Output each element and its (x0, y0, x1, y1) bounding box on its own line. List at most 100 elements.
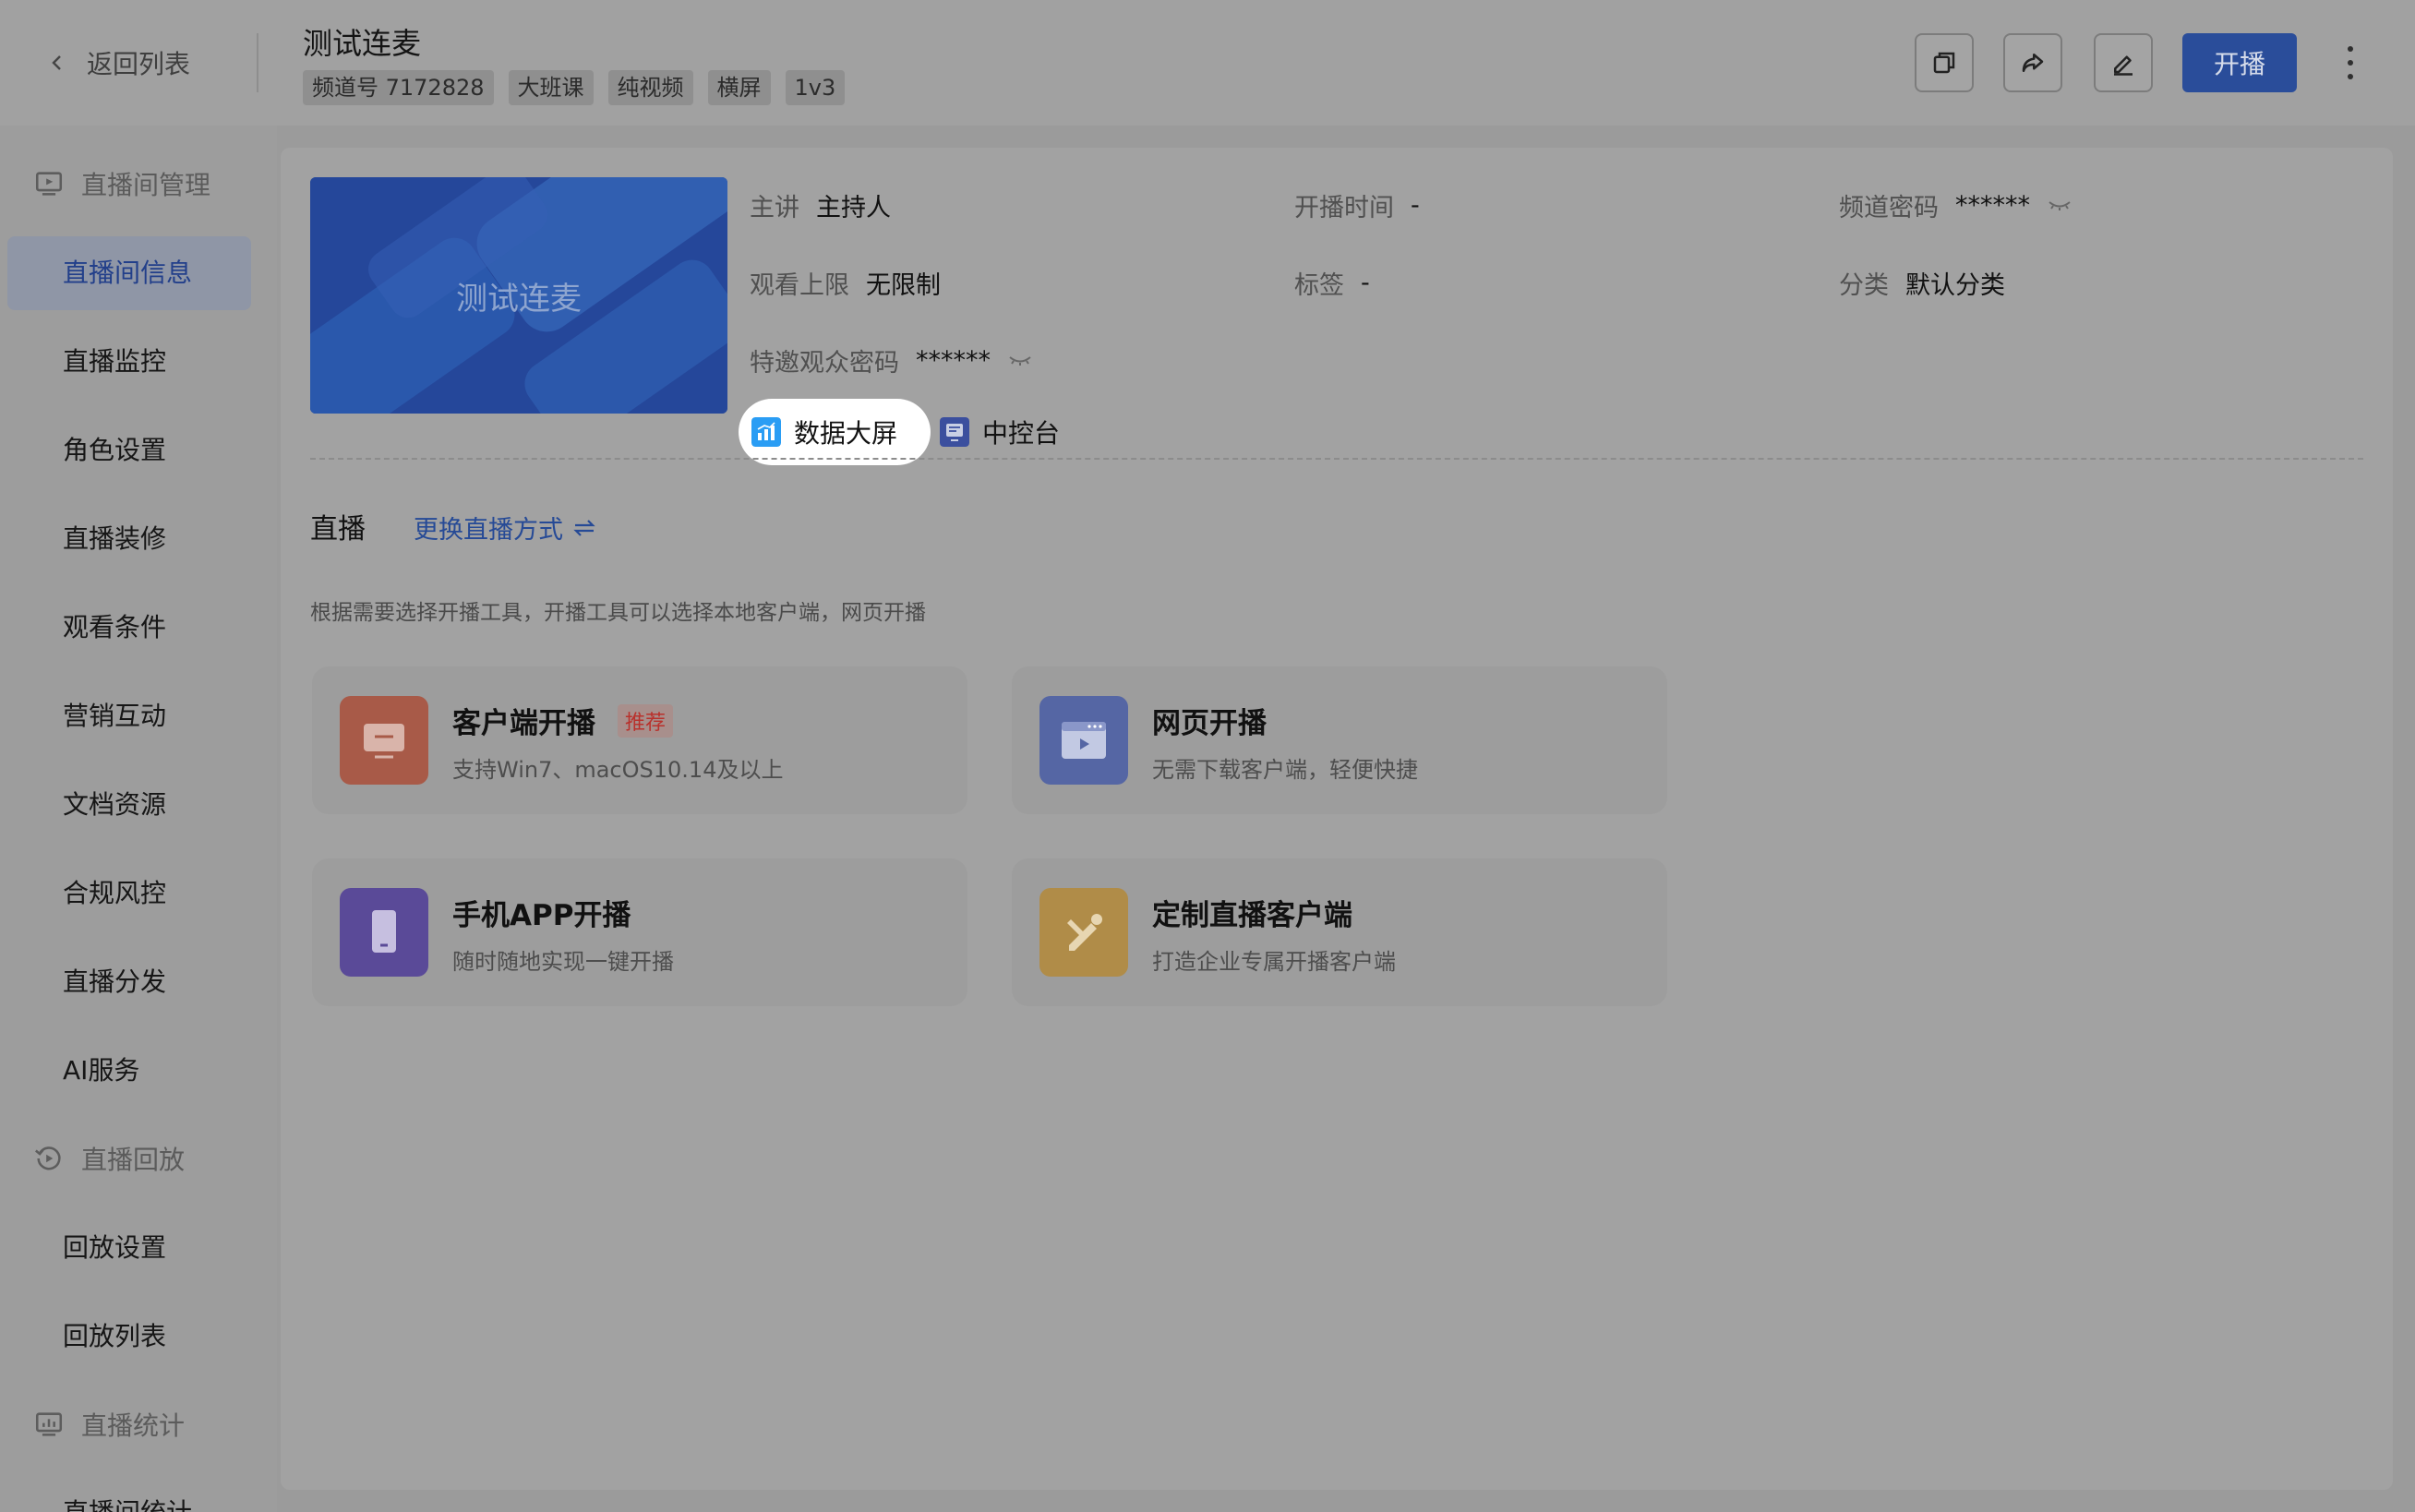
sidebar-item-decoration[interactable]: 直播装修 (63, 516, 166, 562)
sidebar-item-playback-list[interactable]: 回放列表 (63, 1314, 166, 1360)
more-dot-icon (2348, 74, 2353, 79)
sidebar-item-compliance[interactable]: 合规风控 (63, 870, 166, 917)
card-title-text: 定制直播客户端 (1152, 899, 1352, 932)
room-cover-image[interactable]: 测试连麦 (310, 177, 727, 414)
edit-button[interactable] (2094, 33, 2153, 92)
card-title-text: 客户端开播 (452, 707, 595, 740)
tag-channel-id: 频道号 7172828 (303, 70, 494, 105)
sidebar-group-label: 直播统计 (81, 1410, 186, 1441)
chevron-left-icon (52, 55, 61, 70)
info-key: 分类 (1839, 270, 1889, 300)
switch-live-mode-link[interactable]: 更换直播方式 (414, 510, 596, 546)
eye-closed-icon[interactable] (1007, 351, 1033, 369)
live-description: 根据需要选择开播工具，开播工具可以选择本地客户端，网页开播 (310, 601, 926, 625)
start-live-button[interactable]: 开播 (2182, 33, 2297, 92)
info-value: 主持人 (816, 193, 891, 222)
back-label: 返回列表 (87, 49, 191, 79)
desktop-client-icon (364, 724, 404, 759)
tag-mic-seats: 1v3 (785, 70, 846, 105)
statistics-icon (35, 1412, 63, 1436)
sidebar-item-room-info[interactable]: 直播间信息 (63, 250, 192, 296)
mobile-phone-icon (372, 910, 396, 953)
recommended-badge: 推荐 (618, 703, 674, 738)
info-guest-password: 特邀观众密码 ****** (750, 340, 1033, 380)
web-live-card[interactable]: 网页开播 无需下载客户端，轻便快捷 (1012, 666, 1667, 814)
info-tags: 标签 - (1294, 262, 1370, 303)
info-category: 分类 默认分类 (1839, 262, 2005, 303)
back-to-list-button[interactable]: 返回列表 (46, 41, 190, 85)
info-value: 无限制 (866, 270, 941, 300)
sidebar-item-marketing[interactable]: 营销互动 (63, 693, 166, 739)
more-dot-icon (2348, 46, 2353, 52)
playback-icon (35, 1146, 61, 1170)
info-channel-password: 频道密码 ****** (1839, 185, 2073, 225)
sidebar-group-room-management[interactable]: 直播间管理 (33, 161, 210, 207)
info-key: 主讲 (750, 193, 799, 222)
data-dashboard-button[interactable]: 数据大屏 (739, 399, 931, 465)
client-live-icon-box (340, 696, 428, 785)
info-value: ****** (916, 345, 991, 375)
section-divider (310, 458, 2363, 460)
card-title: 定制直播客户端 (1152, 892, 1352, 933)
info-watch-limit: 观看上限 无限制 (750, 262, 941, 303)
pencil-icon (2114, 55, 2133, 76)
customize-tools-icon (1067, 914, 1102, 951)
tool-label: 中控台 (982, 418, 1061, 449)
sidebar-group-label: 直播间管理 (81, 170, 211, 200)
channel-tags: 频道号 7172828 大班课 纯视频 横屏 1v3 (303, 70, 846, 105)
card-title-text: 网页开播 (1152, 707, 1267, 740)
mobile-app-live-card[interactable]: 手机APP开播 随时随地实现一键开播 (312, 858, 967, 1006)
sidebar-item-distribution[interactable]: 直播分发 (63, 959, 166, 1005)
data-dashboard-icon (751, 417, 781, 447)
client-live-card[interactable]: 客户端开播 推荐 支持Win7、macOS10.14及以上 (312, 666, 967, 814)
eye-closed-icon[interactable] (2047, 196, 2073, 214)
sidebar-item-room-statistics[interactable]: 直播间统计 (63, 1490, 192, 1512)
card-title: 客户端开播 推荐 (452, 700, 674, 741)
sidebar-group-playback[interactable]: 直播回放 (33, 1135, 185, 1182)
custom-client-card[interactable]: 定制直播客户端 打造企业专属开播客户端 (1012, 858, 1667, 1006)
cover-title: 测试连麦 (456, 280, 582, 318)
info-value: ****** (1955, 190, 2030, 220)
sidebar-item-monitor[interactable]: 直播监控 (63, 339, 166, 385)
info-value: - (1361, 268, 1370, 297)
info-start-time: 开播时间 - (1294, 185, 1420, 225)
info-key: 观看上限 (750, 270, 849, 300)
control-console-button[interactable]: 中控台 (940, 406, 1060, 458)
browser-play-icon (1062, 722, 1106, 759)
card-subtitle: 打造企业专属开播客户端 (1152, 949, 1396, 975)
divider (257, 33, 258, 92)
tag-mode: 纯视频 (607, 70, 693, 105)
more-options-button[interactable] (2332, 44, 2369, 81)
share-button[interactable] (2003, 33, 2062, 92)
mobile-app-live-icon-box (340, 888, 428, 977)
tool-label: 数据大屏 (794, 418, 898, 449)
live-section-title: 直播 (310, 513, 366, 546)
custom-client-icon-box (1039, 888, 1128, 977)
info-key: 标签 (1294, 270, 1344, 300)
card-title: 手机APP开播 (452, 892, 631, 933)
card-subtitle: 无需下载客户端，轻便快捷 (1152, 757, 1418, 783)
info-value: 默认分类 (1905, 270, 2005, 300)
sidebar-item-watch-conditions[interactable]: 观看条件 (63, 605, 166, 651)
tag-scene: 大班课 (508, 70, 594, 105)
top-header: 返回列表 测试连麦 频道号 7172828 大班课 纯视频 横屏 1v3 开播 (0, 0, 2415, 126)
copy-button[interactable] (1915, 33, 1974, 92)
info-key: 开播时间 (1294, 193, 1394, 222)
switch-live-mode-label: 更换直播方式 (414, 516, 563, 545)
control-console-icon (940, 417, 969, 447)
sidebar-item-playback-settings[interactable]: 回放设置 (63, 1225, 166, 1271)
page-title: 测试连麦 (303, 26, 422, 61)
sidebar-item-roles[interactable]: 角色设置 (63, 427, 166, 474)
sidebar-item-ai-service[interactable]: AI服务 (63, 1048, 139, 1094)
info-key: 特邀观众密码 (750, 348, 899, 378)
sidebar-group-statistics[interactable]: 直播统计 (33, 1401, 185, 1447)
sidebar: 直播间管理 直播间信息 直播监控 角色设置 直播装修 观看条件 营销互动 文档资… (0, 126, 277, 1512)
more-dot-icon (2348, 60, 2353, 66)
sidebar-item-documents[interactable]: 文档资源 (63, 782, 166, 828)
card-title-text: 手机APP开播 (452, 899, 631, 932)
card-subtitle: 支持Win7、macOS10.14及以上 (452, 757, 784, 783)
swap-arrows-icon (573, 519, 595, 536)
info-host: 主讲 主持人 (750, 185, 891, 225)
info-value: - (1411, 190, 1420, 220)
info-key: 频道密码 (1839, 193, 1939, 222)
